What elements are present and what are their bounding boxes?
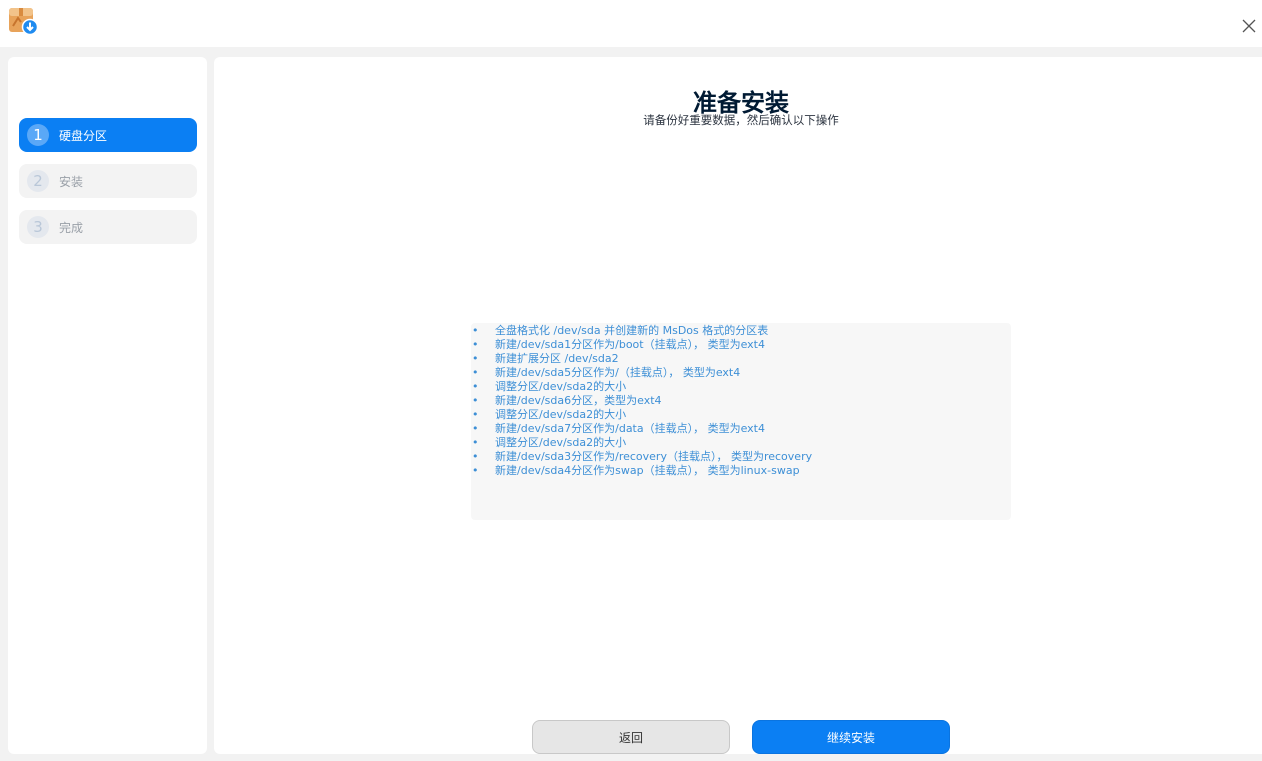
bullet: • bbox=[472, 422, 479, 435]
operation-text: 调整分区/dev/sda2的大小 bbox=[495, 380, 627, 393]
list-item: • 全盘格式化 /dev/sda 并创建新的 MsDos 格式的分区表 bbox=[471, 324, 1011, 338]
operation-text: 新建/dev/sda3分区作为/recovery（挂载点）， 类型为recove… bbox=[495, 450, 813, 463]
list-item: • 新建/dev/sda1分区作为/boot（挂载点）， 类型为ext4 bbox=[471, 338, 1011, 352]
operation-text: 调整分区/dev/sda2的大小 bbox=[495, 436, 627, 449]
list-item: • 新建/dev/sda5分区作为/（挂载点）， 类型为ext4 bbox=[471, 366, 1011, 380]
bullet: • bbox=[472, 464, 479, 477]
operation-text: 调整分区/dev/sda2的大小 bbox=[495, 408, 627, 421]
operation-text: 新建/dev/sda6分区，类型为ext4 bbox=[495, 394, 662, 407]
continue-install-button[interactable]: 继续安装 bbox=[752, 720, 950, 754]
operation-text: 新建/dev/sda4分区作为swap（挂载点）， 类型为linux-swap bbox=[495, 464, 800, 477]
step-sidebar: 1 硬盘分区 2 安装 3 完成 bbox=[8, 57, 207, 754]
list-item: • 新建/dev/sda4分区作为swap（挂载点）， 类型为linux-swap bbox=[471, 464, 1011, 478]
bullet: • bbox=[472, 352, 479, 365]
step-label: 硬盘分区 bbox=[59, 128, 108, 143]
bullet: • bbox=[472, 324, 479, 337]
title-bar bbox=[0, 0, 1262, 47]
step-number: 2 bbox=[27, 170, 49, 192]
bullet: • bbox=[472, 450, 479, 463]
main-panel: 准备安装 请备份好重要数据，然后确认以下操作 • 全盘格式化 /dev/sda 并… bbox=[214, 57, 1262, 754]
list-item: • 调整分区/dev/sda2的大小 bbox=[471, 408, 1011, 422]
bullet: • bbox=[472, 380, 479, 393]
operations-list: • 全盘格式化 /dev/sda 并创建新的 MsDos 格式的分区表 • 新建/d… bbox=[471, 323, 1011, 520]
operation-text: 新建扩展分区 /dev/sda2 bbox=[495, 352, 619, 365]
step-number: 1 bbox=[27, 124, 49, 146]
operation-text: 新建/dev/sda1分区作为/boot（挂载点）， 类型为ext4 bbox=[495, 338, 765, 351]
close-icon[interactable] bbox=[1238, 15, 1260, 37]
page-subtitle: 请备份好重要数据，然后确认以下操作 bbox=[643, 113, 839, 127]
list-item: • 新建/dev/sda7分区作为/data（挂载点）， 类型为ext4 bbox=[471, 422, 1011, 436]
bullet: • bbox=[472, 394, 479, 407]
bullet: • bbox=[472, 366, 479, 379]
step-label: 安装 bbox=[59, 174, 84, 189]
bullet: • bbox=[472, 338, 479, 351]
operation-text: 新建/dev/sda7分区作为/data（挂载点）， 类型为ext4 bbox=[495, 422, 765, 435]
operation-text: 新建/dev/sda5分区作为/（挂载点）， 类型为ext4 bbox=[495, 366, 741, 379]
step-partition[interactable]: 1 硬盘分区 bbox=[19, 118, 197, 152]
operation-text: 全盘格式化 /dev/sda 并创建新的 MsDos 格式的分区表 bbox=[495, 324, 769, 337]
installer-package-icon bbox=[9, 8, 39, 36]
list-item: • 新建/dev/sda6分区，类型为ext4 bbox=[471, 394, 1011, 408]
step-number: 3 bbox=[27, 216, 49, 238]
bullet: • bbox=[472, 408, 479, 421]
step-finish: 3 完成 bbox=[19, 210, 197, 244]
list-item: • 新建/dev/sda3分区作为/recovery（挂载点）， 类型为recov… bbox=[471, 450, 1011, 464]
bullet: • bbox=[472, 436, 479, 449]
list-item: • 新建扩展分区 /dev/sda2 bbox=[471, 352, 1011, 366]
list-item: • 调整分区/dev/sda2的大小 bbox=[471, 380, 1011, 394]
back-button[interactable]: 返回 bbox=[532, 720, 730, 754]
step-label: 完成 bbox=[59, 220, 84, 235]
step-install: 2 安装 bbox=[19, 164, 197, 198]
list-item: • 调整分区/dev/sda2的大小 bbox=[471, 436, 1011, 450]
